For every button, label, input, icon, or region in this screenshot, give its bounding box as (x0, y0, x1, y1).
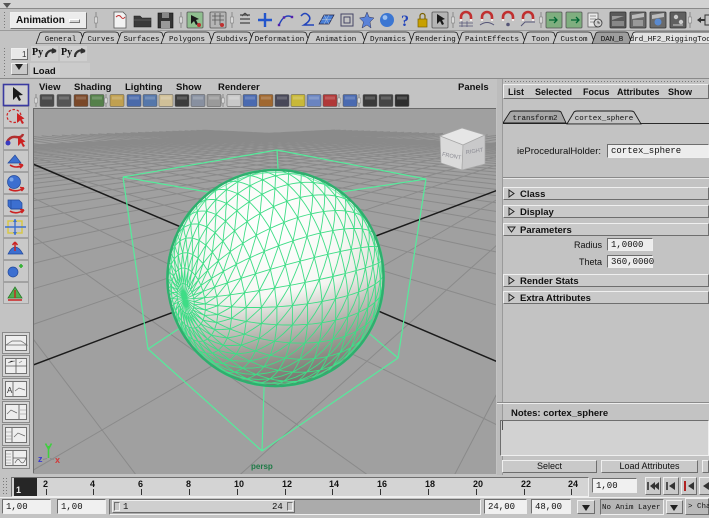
svg-text:A: A (7, 386, 13, 395)
svg-text:Deformation: Deformation (255, 36, 305, 44)
svg-text:?: ? (401, 13, 409, 30)
svg-text:persp: persp (251, 462, 273, 471)
svg-text:Curves: Curves (87, 36, 114, 44)
svg-text:Surfaces: Surfaces (123, 36, 159, 44)
svg-text:Toon: Toon (531, 36, 549, 44)
svg-text:x: x (55, 455, 60, 465)
svg-text:transform2: transform2 (512, 115, 557, 123)
svg-text:PaintEffects: PaintEffects (465, 36, 519, 44)
svg-text:drd_HF2_RiggingTool: drd_HF2_RiggingTool (630, 36, 709, 44)
svg-text:DAN_B: DAN_B (601, 36, 624, 44)
svg-text:General: General (45, 36, 77, 44)
svg-text:Subdivs: Subdivs (216, 36, 248, 44)
svg-text:Custom: Custom (560, 36, 588, 44)
svg-text:Animation: Animation (316, 36, 357, 44)
svg-text:Dynamics: Dynamics (370, 36, 406, 44)
svg-text:cortex_sphere: cortex_sphere (575, 115, 634, 123)
svg-text:Rendering: Rendering (415, 36, 456, 44)
svg-text:z: z (38, 454, 43, 464)
svg-text:Polygons: Polygons (169, 36, 205, 44)
